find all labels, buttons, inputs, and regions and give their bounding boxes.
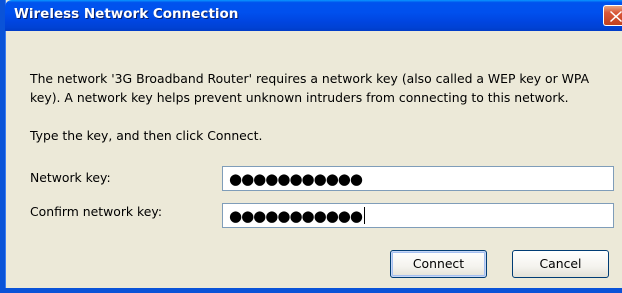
message-line-2: key). A network key helps prevent unknow… <box>30 90 569 105</box>
network-key-value: ●●●●●●●●●●● <box>229 170 363 188</box>
confirm-network-key-value: ●●●●●●●●●●● <box>229 205 365 227</box>
close-button[interactable] <box>603 5 622 26</box>
confirm-network-key-label: Confirm network key: <box>30 204 162 219</box>
network-key-input[interactable]: ●●●●●●●●●●● <box>222 166 614 191</box>
text-caret <box>363 207 365 224</box>
screen: Wireless Network Connection The network … <box>0 0 622 293</box>
message-line-1: The network '3G Broadband Router' requir… <box>30 71 590 86</box>
confirm-network-key-input[interactable]: ●●●●●●●●●●● <box>222 203 614 228</box>
connect-button[interactable]: Connect <box>390 250 487 278</box>
message-text: The network '3G Broadband Router' requir… <box>30 69 622 107</box>
window-title: Wireless Network Connection <box>14 6 239 22</box>
confirm-key-dots: ●●●●●●●●●●● <box>229 207 363 225</box>
instruction-text: Type the key, and then click Connect. <box>30 128 263 143</box>
cancel-button[interactable]: Cancel <box>512 250 609 278</box>
close-icon <box>610 11 622 22</box>
title-bar[interactable]: Wireless Network Connection <box>5 0 622 31</box>
network-key-label: Network key: <box>30 170 111 185</box>
